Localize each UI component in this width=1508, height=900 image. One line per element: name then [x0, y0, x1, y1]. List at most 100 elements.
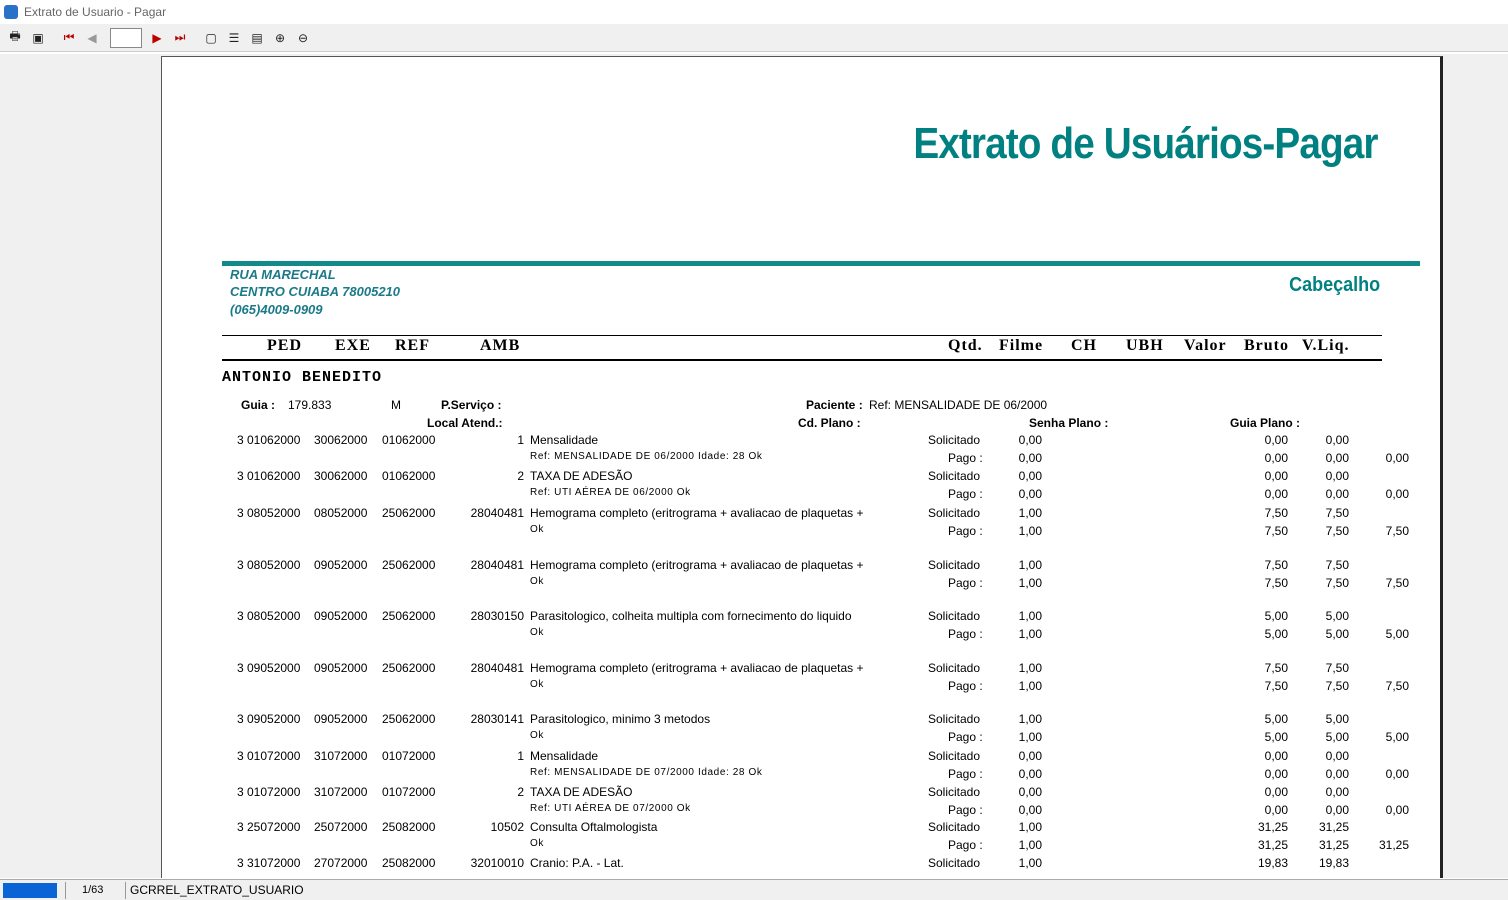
- row-total-pago: 7,50: [1385, 576, 1409, 590]
- next-page-icon[interactable]: ▶: [148, 29, 166, 47]
- row-vliq-pago: 0,00: [1325, 803, 1349, 817]
- row-ped: 3 01062000: [237, 433, 301, 447]
- row-bruto-solicitado: 5,00: [1264, 609, 1288, 623]
- col-ref: REF: [395, 337, 430, 354]
- report-page: Extrato de Usuários-Pagar RUA MARECHAL C…: [161, 56, 1443, 878]
- row-bruto-pago: 7,50: [1264, 524, 1288, 538]
- row-description: Hemograma completo (eritrograma + avalia…: [530, 558, 864, 572]
- row-bruto-pago: 0,00: [1264, 767, 1288, 781]
- page-counter: 1/63: [65, 881, 125, 899]
- row-qtd-pago: 0,00: [1018, 487, 1042, 501]
- row-total-pago: 7,50: [1385, 524, 1409, 538]
- row-sub-info: Ref: MENSALIDADE DE 06/2000 Idade: 28 Ok: [530, 451, 763, 462]
- row-ref: 25082000: [382, 856, 436, 870]
- row-sub-info: Ref: UTI AÉREA DE 07/2000 Ok: [530, 803, 691, 814]
- row-solicitado-label: Solicitado: [928, 433, 981, 447]
- row-ped: 3 09052000: [237, 661, 301, 675]
- row-solicitado-label: Solicitado: [928, 785, 981, 799]
- row-vliq-solicitado: 0,00: [1325, 785, 1349, 799]
- row-vliq-pago: 31,25: [1318, 838, 1349, 852]
- row-qtd-pago: 0,00: [1018, 451, 1042, 465]
- row-bruto-pago: 7,50: [1264, 576, 1288, 590]
- row-qtd-pago: 1,00: [1018, 730, 1042, 744]
- row-vliq-pago: 7,50: [1325, 679, 1349, 693]
- row-qtd-solicitado: 1,00: [1018, 856, 1042, 870]
- row-exe: 31072000: [314, 785, 368, 799]
- save-icon[interactable]: ▣: [29, 29, 47, 47]
- row-total-pago: 0,00: [1385, 803, 1409, 817]
- row-pago-label: Pago :: [948, 803, 983, 817]
- zoom-out-icon[interactable]: ⊖: [294, 29, 312, 47]
- row-amb: 2: [517, 469, 524, 483]
- whole-page-icon[interactable]: ▢: [202, 29, 220, 47]
- patient-name: ANTONIO BENEDITO: [222, 369, 383, 386]
- row-amb: 28040481: [470, 558, 524, 572]
- first-page-icon[interactable]: ⏮: [60, 29, 78, 47]
- row-total-pago: 0,00: [1385, 451, 1409, 465]
- row-qtd-solicitado: 0,00: [1018, 785, 1042, 799]
- page-width-icon[interactable]: ☰: [225, 29, 243, 47]
- row-bruto-solicitado: 7,50: [1264, 506, 1288, 520]
- report-viewport[interactable]: Extrato de Usuários-Pagar RUA MARECHAL C…: [0, 54, 1508, 878]
- row-sub-info: Ref: MENSALIDADE DE 07/2000 Idade: 28 Ok: [530, 767, 763, 778]
- row-sub-info: Ok: [530, 679, 544, 690]
- row-description: Hemograma completo (eritrograma + avalia…: [530, 661, 864, 675]
- row-exe: 31072000: [314, 749, 368, 763]
- col-valor: Valor: [1184, 337, 1227, 354]
- row-solicitado-label: Solicitado: [928, 506, 981, 520]
- row-vliq-solicitado: 31,25: [1318, 820, 1349, 834]
- last-page-icon[interactable]: ⏭: [171, 29, 189, 47]
- row-ped: 3 01072000: [237, 749, 301, 763]
- row-description: TAXA DE ADESÃO: [530, 469, 633, 483]
- address-line-1: RUA MARECHAL: [230, 267, 336, 282]
- local-atend-label: Local Atend.:: [427, 416, 503, 430]
- row-qtd-pago: 1,00: [1018, 576, 1042, 590]
- row-description: Parasitologico, minimo 3 metodos: [530, 712, 711, 726]
- row-qtd-pago: 0,00: [1018, 803, 1042, 817]
- row-solicitado-label: Solicitado: [928, 609, 981, 623]
- zoom-in-icon[interactable]: ⊕: [271, 29, 289, 47]
- row-qtd-pago: 1,00: [1018, 838, 1042, 852]
- pservico-label: P.Serviço :: [441, 398, 502, 412]
- row-bruto-pago: 0,00: [1264, 803, 1288, 817]
- col-amb: AMB: [480, 337, 521, 354]
- row-vliq-solicitado: 19,83: [1318, 856, 1349, 870]
- row-qtd-solicitado: 0,00: [1018, 433, 1042, 447]
- print-icon[interactable]: 🖶: [6, 29, 24, 47]
- row-vliq-pago: 5,00: [1325, 627, 1349, 641]
- report-title: Extrato de Usuários-Pagar: [913, 119, 1379, 168]
- row-vliq-solicitado: 0,00: [1325, 433, 1349, 447]
- page-number-input[interactable]: [110, 27, 142, 48]
- row-amb: 2: [517, 785, 524, 799]
- row-vliq-solicitado: 0,00: [1325, 469, 1349, 483]
- row-vliq-pago: 7,50: [1325, 576, 1349, 590]
- row-solicitado-label: Solicitado: [928, 856, 981, 870]
- row-amb: 1: [517, 749, 524, 763]
- col-vliq: V.Liq.: [1302, 337, 1350, 354]
- row-ref: 25062000: [382, 558, 436, 572]
- row-qtd-solicitado: 1,00: [1018, 820, 1042, 834]
- row-bruto-pago: 5,00: [1264, 730, 1288, 744]
- row-ped: 3 31072000: [237, 856, 301, 870]
- previous-page-icon[interactable]: ◀: [83, 29, 101, 47]
- app-icon: [4, 5, 18, 19]
- col-bruto: Bruto: [1244, 337, 1289, 354]
- senha-plano-label: Senha Plano :: [1029, 416, 1109, 430]
- row-description: Mensalidade: [530, 433, 599, 447]
- row-ped: 3 09052000: [237, 712, 301, 726]
- row-total-pago: 7,50: [1385, 679, 1409, 693]
- guia-value: 179.833: [288, 398, 332, 412]
- row-sub-info: Ok: [530, 838, 544, 849]
- row-qtd-solicitado: 1,00: [1018, 712, 1042, 726]
- row-qtd-solicitado: 0,00: [1018, 469, 1042, 483]
- row-sub-info: Ok: [530, 730, 544, 741]
- row-ped: 3 08052000: [237, 609, 301, 623]
- row-ped: 3 01072000: [237, 785, 301, 799]
- row-vliq-pago: 0,00: [1325, 767, 1349, 781]
- row-bruto-pago: 7,50: [1264, 679, 1288, 693]
- hundred-percent-icon[interactable]: ▤: [248, 29, 266, 47]
- row-pago-label: Pago :: [948, 730, 983, 744]
- row-ref: 25062000: [382, 506, 436, 520]
- row-amb: 10502: [490, 820, 524, 834]
- row-vliq-solicitado: 7,50: [1325, 506, 1349, 520]
